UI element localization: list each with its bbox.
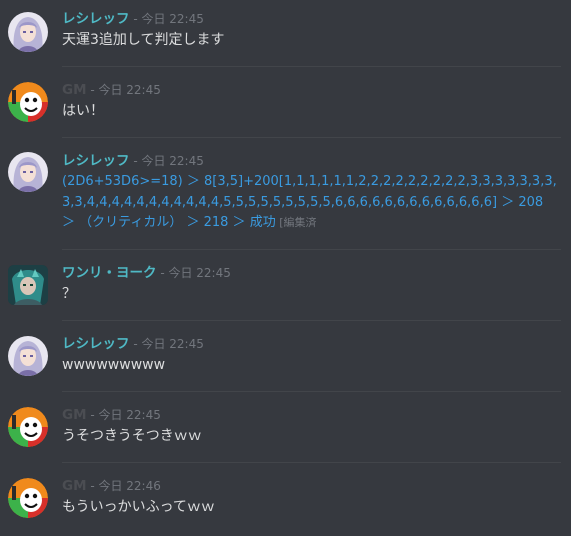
message-text: wwwwwwwww [62, 357, 166, 373]
avatar[interactable] [8, 82, 48, 122]
timestamp: - 今日 22:45 [129, 154, 204, 168]
girl-portrait-icon [8, 12, 48, 52]
girl-portrait-icon [8, 336, 48, 376]
message-text: はい！ [62, 103, 104, 119]
author-name[interactable]: GM [62, 478, 87, 494]
timestamp: - 今日 22:46 [86, 479, 161, 493]
author-name[interactable]: レシレッフ [62, 336, 130, 352]
message: GM - 今日 22:45 うそつきうそつきｗｗ [0, 392, 571, 462]
author-name[interactable]: レシレッフ [62, 11, 130, 27]
message: GM - 今日 22:45 はい！ [0, 67, 571, 137]
message: レシレッフ - 今日 22:45 天運3追加して判定します [0, 0, 571, 66]
girl-portrait-icon [8, 152, 48, 192]
message: ワンリ・ヨーク - 今日 22:45 ？ [0, 250, 571, 320]
timestamp: - 今日 22:45 [129, 12, 204, 26]
edited-indicator: [編集済 [275, 216, 317, 229]
chat-message-list: レシレッフ - 今日 22:45 天運3追加して判定します GM - 今日 22… [0, 0, 571, 536]
message-text: ？ [62, 286, 76, 302]
avatar[interactable] [8, 152, 48, 192]
author-name[interactable]: レシレッフ [62, 153, 130, 169]
message-header: レシレッフ - 今日 22:45 [62, 10, 204, 29]
gm-mascot-icon [8, 82, 48, 122]
timestamp: - 今日 22:45 [86, 408, 161, 422]
avatar[interactable] [8, 478, 48, 518]
message-text: もういっかいふってｗｗ [62, 499, 215, 515]
message: レシレッフ - 今日 22:45 wwwwwwwww [0, 321, 571, 391]
message-text: うそつきうそつきｗｗ [62, 428, 202, 444]
message-header: GM - 今日 22:46 [62, 477, 161, 496]
author-name[interactable]: ワンリ・ヨーク [62, 265, 157, 281]
timestamp: - 今日 22:45 [129, 337, 204, 351]
timestamp: - 今日 22:45 [156, 266, 231, 280]
message-header: レシレッフ - 今日 22:45 [62, 152, 204, 171]
message: レシレッフ - 今日 22:45 (2D6+53D6>=18) ＞ 8[3,5]… [0, 138, 571, 248]
message-header: ワンリ・ヨーク - 今日 22:45 [62, 264, 231, 283]
timestamp: - 今日 22:45 [86, 83, 161, 97]
author-name[interactable]: GM [62, 407, 87, 423]
message: GM - 今日 22:46 もういっかいふってｗｗ [0, 463, 571, 536]
message-header: GM - 今日 22:45 [62, 81, 161, 100]
dice-roll-result: (2D6+53D6>=18) ＞ 8[3,5]+200[1,1,1,1,1,1,… [62, 172, 557, 234]
gm-mascot-icon [8, 407, 48, 447]
character-portrait-icon [8, 265, 48, 305]
avatar[interactable] [8, 336, 48, 376]
gm-mascot-icon [8, 478, 48, 518]
message-header: レシレッフ - 今日 22:45 [62, 335, 204, 354]
avatar[interactable] [8, 12, 48, 52]
avatar[interactable] [8, 265, 48, 305]
author-name[interactable]: GM [62, 82, 87, 98]
message-header: GM - 今日 22:45 [62, 406, 161, 425]
avatar[interactable] [8, 407, 48, 447]
message-text: 天運3追加して判定します [62, 32, 225, 48]
